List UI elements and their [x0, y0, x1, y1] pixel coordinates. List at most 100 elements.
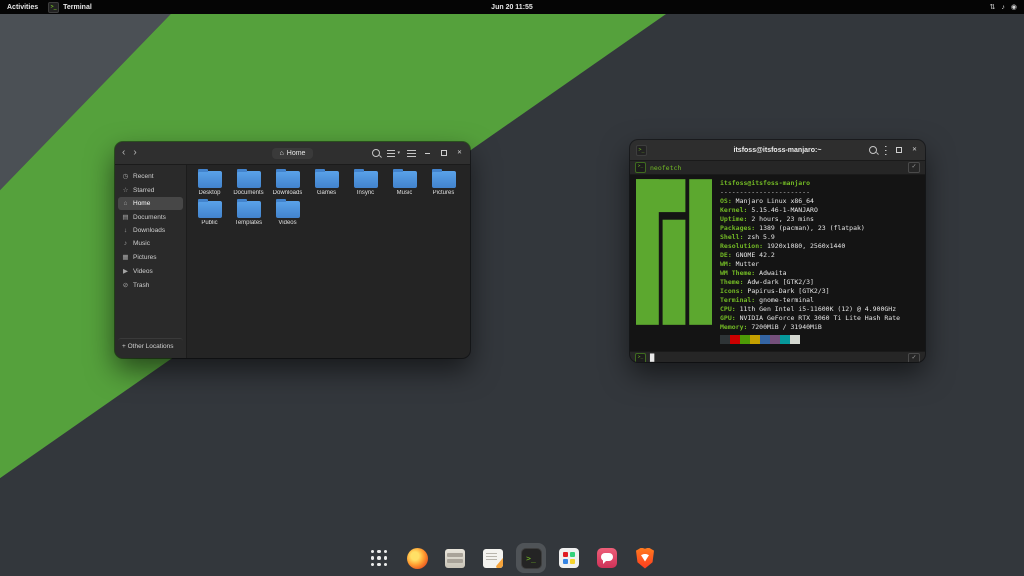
- close-button[interactable]: [910, 146, 919, 155]
- neofetch-line: Shell: zsh 5.9: [720, 233, 919, 242]
- menu-icon[interactable]: [407, 150, 416, 157]
- home-icon: ⌂: [280, 150, 284, 157]
- palette-swatch: [750, 335, 760, 344]
- folder-pictures[interactable]: Pictures: [424, 171, 463, 196]
- focused-app-menu[interactable]: Terminal: [48, 2, 92, 13]
- sidebar-item-music[interactable]: ♪ Music: [118, 237, 183, 250]
- neofetch-text: itsfoss@itsfoss-manjaro ----------------…: [720, 179, 919, 347]
- palette-swatch: [730, 335, 740, 344]
- sidebar-item-other-locations[interactable]: + Other Locations: [118, 338, 183, 353]
- terminal-app-icon: [636, 145, 647, 156]
- neofetch-line: Terminal: gnome-terminal: [720, 296, 919, 305]
- folder-label: Pictures: [433, 190, 455, 196]
- neofetch-line: WM: Mutter: [720, 260, 919, 269]
- desktop: Activities Terminal Jun 20 11:55 ⇅ ♪ ◉ ‹…: [0, 0, 1024, 576]
- terminal-pane-footer: █ ✓: [630, 351, 925, 362]
- view-toggle-button[interactable]: ▾: [387, 150, 400, 157]
- pane-terminal-icon[interactable]: [635, 353, 646, 362]
- dock-item-file-manager[interactable]: [440, 543, 470, 573]
- other-locations-label: + Other Locations: [122, 343, 174, 350]
- terminal-color-palette: [720, 335, 919, 344]
- sidebar-item-label: Downloads: [133, 227, 165, 234]
- download-icon: ↓: [122, 227, 129, 234]
- neofetch-line: DE: GNOME 42.2: [720, 251, 919, 260]
- back-icon[interactable]: ‹: [121, 148, 126, 158]
- manjaro-logo: [636, 179, 712, 325]
- sidebar-item-label: Pictures: [133, 254, 156, 261]
- folder-label: Templates: [235, 220, 262, 226]
- music-icon: ♪: [122, 240, 129, 247]
- clock[interactable]: Jun 20 11:55: [491, 0, 533, 14]
- image-icon: ▦: [122, 253, 129, 261]
- network-icon[interactable]: ⇅: [990, 4, 996, 11]
- terminal-window: itsfoss@itsfoss-manjaro:~ neofetch ✓ its…: [630, 140, 925, 362]
- top-bar: Activities Terminal Jun 20 11:55 ⇅ ♪ ◉: [0, 0, 1024, 14]
- pane-terminal-icon[interactable]: [635, 162, 646, 173]
- path-button[interactable]: ⌂ Home: [272, 148, 314, 159]
- dock-item-brave[interactable]: [630, 543, 660, 573]
- sidebar-item-videos[interactable]: ▶ Videos: [118, 264, 183, 278]
- dock-item-messages[interactable]: [592, 543, 622, 573]
- folder-insync[interactable]: Insync: [346, 171, 385, 196]
- terminal-icon: [521, 548, 542, 569]
- folder-icon: [432, 171, 456, 188]
- files-headerbar: ‹ › ⌂ Home ▾: [115, 142, 470, 165]
- files-grid: Desktop Documents Downloads Games Insync…: [187, 165, 470, 358]
- sidebar-item-starred[interactable]: ☆ Starred: [118, 183, 183, 197]
- dock-item-software-center[interactable]: [554, 543, 584, 573]
- search-icon[interactable]: [869, 146, 877, 154]
- minimize-button[interactable]: [423, 149, 432, 158]
- sidebar-item-pictures[interactable]: ▦ Pictures: [118, 250, 183, 264]
- maximize-button[interactable]: [894, 146, 903, 155]
- power-icon[interactable]: ◉: [1011, 4, 1017, 11]
- pane-check-button[interactable]: ✓: [908, 162, 920, 173]
- volume-icon[interactable]: ♪: [1001, 4, 1005, 11]
- folder-desktop[interactable]: Desktop: [190, 171, 229, 196]
- terminal-cursor[interactable]: █: [650, 355, 654, 362]
- sidebar-item-label: Home: [133, 200, 150, 207]
- dock: [364, 543, 660, 573]
- folder-music[interactable]: Music: [385, 171, 424, 196]
- video-icon: ▶: [122, 267, 129, 275]
- folder-videos[interactable]: Videos: [268, 201, 307, 226]
- folder-label: Public: [201, 220, 217, 226]
- folder-templates[interactable]: Templates: [229, 201, 268, 226]
- folder-icon: [198, 171, 222, 188]
- maximize-button[interactable]: [439, 149, 448, 158]
- folder-icon: [393, 171, 417, 188]
- folder-label: Documents: [233, 190, 263, 196]
- neofetch-line: Icons: Papirus-Dark [GTK2/3]: [720, 287, 919, 296]
- files-sidebar: ◷ Recent ☆ Starred ⌂ Home ▤ Documents ↓ …: [115, 165, 187, 358]
- folder-icon: [237, 171, 261, 188]
- palette-swatch: [780, 335, 790, 344]
- close-button[interactable]: [455, 149, 464, 158]
- home-icon: ⌂: [122, 200, 129, 207]
- search-icon[interactable]: [372, 149, 380, 157]
- neofetch-separator: -----------------------: [720, 188, 919, 197]
- sidebar-item-recent[interactable]: ◷ Recent: [118, 169, 183, 183]
- folder-downloads[interactable]: Downloads: [268, 171, 307, 196]
- dock-item-text-editor[interactable]: [478, 543, 508, 573]
- sidebar-item-label: Starred: [133, 187, 154, 194]
- sidebar-item-trash[interactable]: ⊘ Trash: [118, 278, 183, 292]
- palette-swatch: [760, 335, 770, 344]
- forward-icon[interactable]: ›: [132, 148, 137, 158]
- neofetch-line: GPU: NVIDIA GeForce RTX 3060 Ti Lite Has…: [720, 314, 919, 323]
- activities-button[interactable]: Activities: [7, 4, 38, 11]
- folder-documents[interactable]: Documents: [229, 171, 268, 196]
- sidebar-item-documents[interactable]: ▤ Documents: [118, 210, 183, 224]
- terminal-app-icon: [48, 2, 59, 13]
- trash-icon: ⊘: [122, 281, 129, 289]
- folder-games[interactable]: Games: [307, 171, 346, 196]
- folder-label: Downloads: [273, 190, 303, 196]
- dock-item-firefox[interactable]: [402, 543, 432, 573]
- dock-item-app-grid[interactable]: [364, 543, 394, 573]
- folder-public[interactable]: Public: [190, 201, 229, 226]
- dock-item-terminal[interactable]: [516, 543, 546, 573]
- app-grid-icon: [371, 550, 388, 567]
- kebab-menu-icon[interactable]: [884, 146, 887, 155]
- system-tray[interactable]: ⇅ ♪ ◉: [990, 4, 1017, 11]
- sidebar-item-downloads[interactable]: ↓ Downloads: [118, 224, 183, 237]
- pane-check-button[interactable]: ✓: [908, 353, 920, 362]
- sidebar-item-home[interactable]: ⌂ Home: [118, 197, 183, 210]
